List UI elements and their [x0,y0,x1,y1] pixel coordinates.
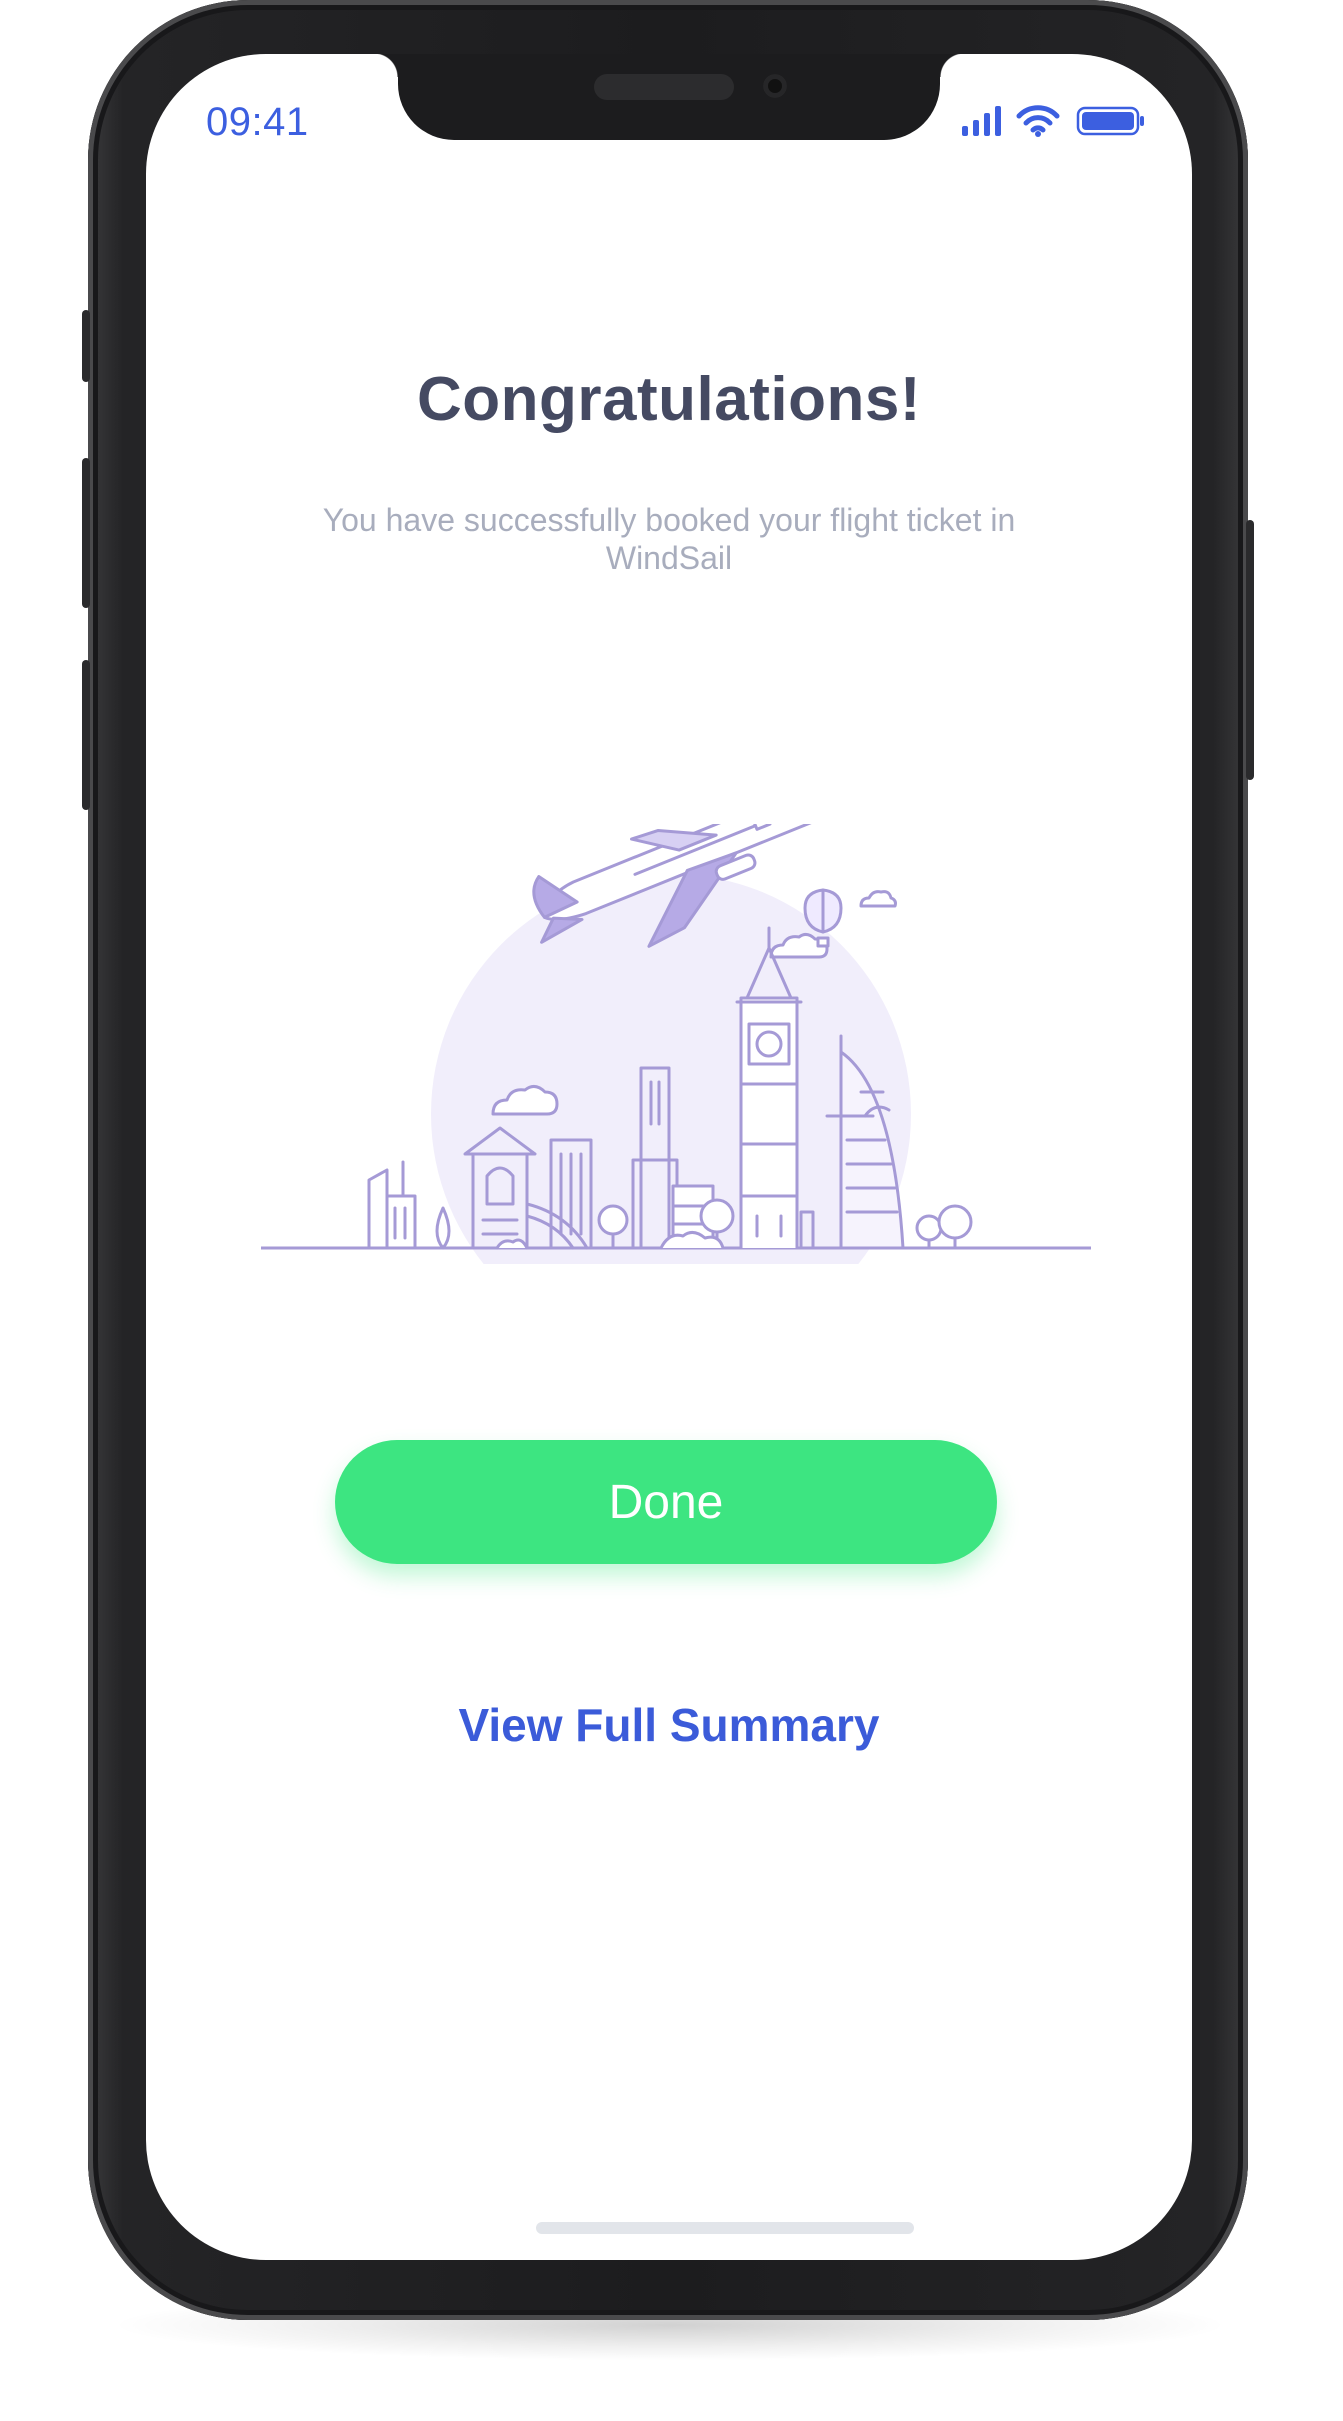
battery-icon [1076,106,1144,136]
view-full-summary-link[interactable]: View Full Summary [146,1698,1192,1752]
app-screen: 09:41 Congratulations! You have successf… [146,54,1192,2260]
device-notch [374,54,964,140]
phone-frame: 09:41 Congratulations! You have successf… [82,0,1254,2320]
wifi-icon [1016,105,1060,137]
status-icons [960,104,1150,138]
status-time: 09:41 [206,100,309,144]
done-button[interactable]: Done [335,1440,997,1564]
front-camera [763,74,787,98]
earpiece-speaker [594,74,734,100]
volume-up-button [82,458,90,608]
home-indicator[interactable] [536,2222,914,2234]
airplane-over-city-illustration [261,824,1091,1264]
power-button [1246,520,1254,780]
cellular-signal-icon [962,106,1001,136]
volume-down-button [82,660,90,810]
silent-switch [82,310,90,382]
page-title: Congratulations! [417,365,921,434]
booking-confirmation-message: You have successfully booked your flight… [322,502,1016,576]
